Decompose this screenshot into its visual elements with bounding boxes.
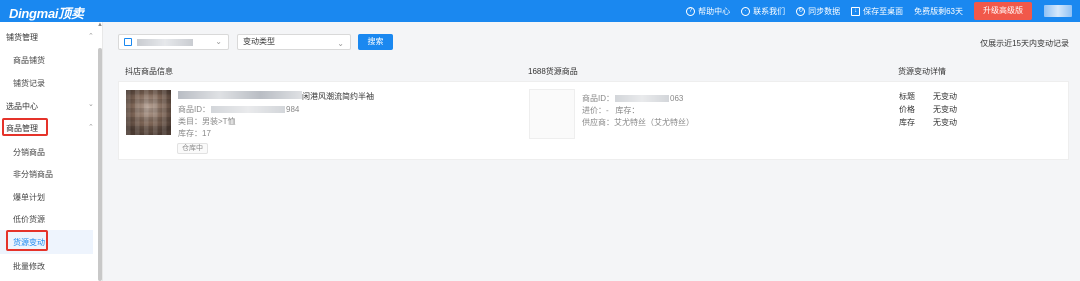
- product-id: 商品ID： 984: [178, 104, 299, 115]
- clock-icon: ·: [741, 6, 751, 16]
- top-actions: ? 帮助中心 · 联系我们 ↻ 同步数据 ↓ 保存至桌面 免费版剩63天 升级高级版: [686, 0, 1080, 22]
- scroll-up-arrow-icon[interactable]: ▲: [97, 22, 103, 28]
- trial-status: 免费版剩63天: [914, 6, 963, 17]
- source-product-id: 商品ID： 063: [582, 93, 683, 104]
- sidebar-scrollbar[interactable]: [98, 48, 102, 281]
- sidebar-item-distributed-products[interactable]: 分销商品: [13, 147, 45, 158]
- source-product-image[interactable]: [529, 89, 575, 139]
- source-price: 进价：-: [582, 106, 609, 115]
- search-button[interactable]: 搜索: [358, 34, 393, 50]
- change-type-select[interactable]: 变动类型 ⌄: [237, 34, 351, 50]
- sidebar-item-distribution-records[interactable]: 铺货记录: [13, 78, 45, 89]
- chevron-up-icon: ⌃: [88, 33, 94, 40]
- sidebar-item-batch-edit[interactable]: 批量修改: [13, 261, 45, 272]
- table-row: 闲港风潮流简约半袖 商品ID： 984 类目：男装>T恤 库存：17 仓库中 商品…: [118, 81, 1069, 160]
- sidebar-item-product-distribution[interactable]: 商品铺货: [13, 55, 45, 66]
- change-value-price: 无变动: [933, 105, 957, 114]
- trial-label: 免费版剩63天: [914, 6, 963, 16]
- source-price-stock: 进价：- 库存：: [582, 105, 639, 116]
- sync-label: 同步数据: [808, 6, 841, 16]
- product-id-suffix: 984: [286, 105, 300, 114]
- source-supplier: 供应商：艾尤特丝（艾尤特丝）: [582, 118, 694, 127]
- contact-link[interactable]: · 联系我们: [741, 6, 785, 17]
- chevron-up-icon: ⌃: [88, 124, 94, 131]
- highlight-box-product-management: [2, 118, 48, 136]
- refresh-icon: ↻: [796, 6, 806, 16]
- product-id-label: 商品ID：: [178, 105, 210, 114]
- chevron-down-icon: ⌄: [215, 37, 222, 46]
- help-center-link[interactable]: ? 帮助中心: [686, 6, 730, 17]
- change-type-placeholder: 变动类型: [243, 37, 275, 46]
- sync-data-link[interactable]: ↻ 同步数据: [796, 6, 840, 17]
- sidebar-item-hot-plan[interactable]: 爆单计划: [13, 192, 45, 203]
- sidebar: 铺货管理 ⌃ 商品铺货 铺货记录 选品中心 ⌄ 商品管理 ⌃ 分销商品 非分销商…: [0, 22, 103, 281]
- highlight-box-source-changes: [6, 230, 48, 251]
- column-header-change-details: 货源变动详情: [898, 67, 946, 76]
- help-icon: ?: [686, 6, 696, 16]
- product-title-redacted: [178, 91, 302, 99]
- change-field-price: 价格: [899, 105, 915, 114]
- change-value-title: 无变动: [933, 92, 957, 101]
- upgrade-button[interactable]: 升级高级版: [974, 2, 1032, 20]
- change-field-title: 标题: [899, 92, 915, 101]
- product-thumbnail[interactable]: [126, 90, 171, 135]
- column-header-1688-source: 1688货源商品: [528, 67, 578, 76]
- app-logo[interactable]: Dingmai顶卖: [9, 3, 84, 22]
- mosaic-overlay: [126, 90, 171, 135]
- product-id-redacted: [211, 106, 285, 114]
- save-desktop-link[interactable]: ↓ 保存至桌面: [851, 6, 903, 17]
- sidebar-item-low-price-source[interactable]: 低价货源: [13, 214, 45, 225]
- download-icon: ↓: [851, 6, 861, 16]
- product-title[interactable]: 闲港风潮流简约半袖: [302, 91, 374, 102]
- sidebar-group-selection[interactable]: 选品中心: [6, 101, 38, 112]
- column-header-douyin-product: 抖店商品信息: [125, 67, 173, 76]
- sidebar-item-non-distributed-products[interactable]: 非分销商品: [13, 169, 53, 180]
- shop-name-redacted: [137, 39, 193, 46]
- change-field-stock: 库存: [899, 118, 915, 127]
- source-stock: 库存：: [615, 106, 640, 115]
- avatar[interactable]: [1044, 5, 1072, 17]
- help-label: 帮助中心: [698, 6, 731, 16]
- change-value-stock: 无变动: [933, 118, 957, 127]
- source-id-suffix: 063: [670, 94, 684, 103]
- product-category: 类目：男装>T恤: [178, 117, 236, 126]
- shop-icon: [124, 38, 132, 46]
- source-id-label: 商品ID：: [582, 94, 614, 103]
- status-badge: 仓库中: [177, 143, 208, 154]
- sidebar-group-distribution[interactable]: 铺货管理: [6, 32, 38, 43]
- save-desktop-label: 保存至桌面: [863, 6, 904, 16]
- chevron-down-icon: ⌄: [88, 101, 94, 108]
- notice-text: 仅展示近15天内变动记录: [980, 39, 1069, 48]
- chevron-down-icon: ⌄: [337, 39, 344, 48]
- shop-select[interactable]: ⌄: [118, 34, 229, 50]
- product-stock: 库存：17: [178, 129, 211, 138]
- table-header: 抖店商品信息 1688货源商品 货源变动详情: [118, 60, 1069, 81]
- filter-row: ⌄ 变动类型 ⌄ 搜索: [118, 34, 393, 50]
- source-id-redacted: [615, 95, 669, 103]
- contact-label: 联系我们: [753, 6, 786, 16]
- top-bar: Dingmai顶卖 ? 帮助中心 · 联系我们 ↻ 同步数据 ↓ 保存至桌面 免费版剩6…: [0, 0, 1080, 22]
